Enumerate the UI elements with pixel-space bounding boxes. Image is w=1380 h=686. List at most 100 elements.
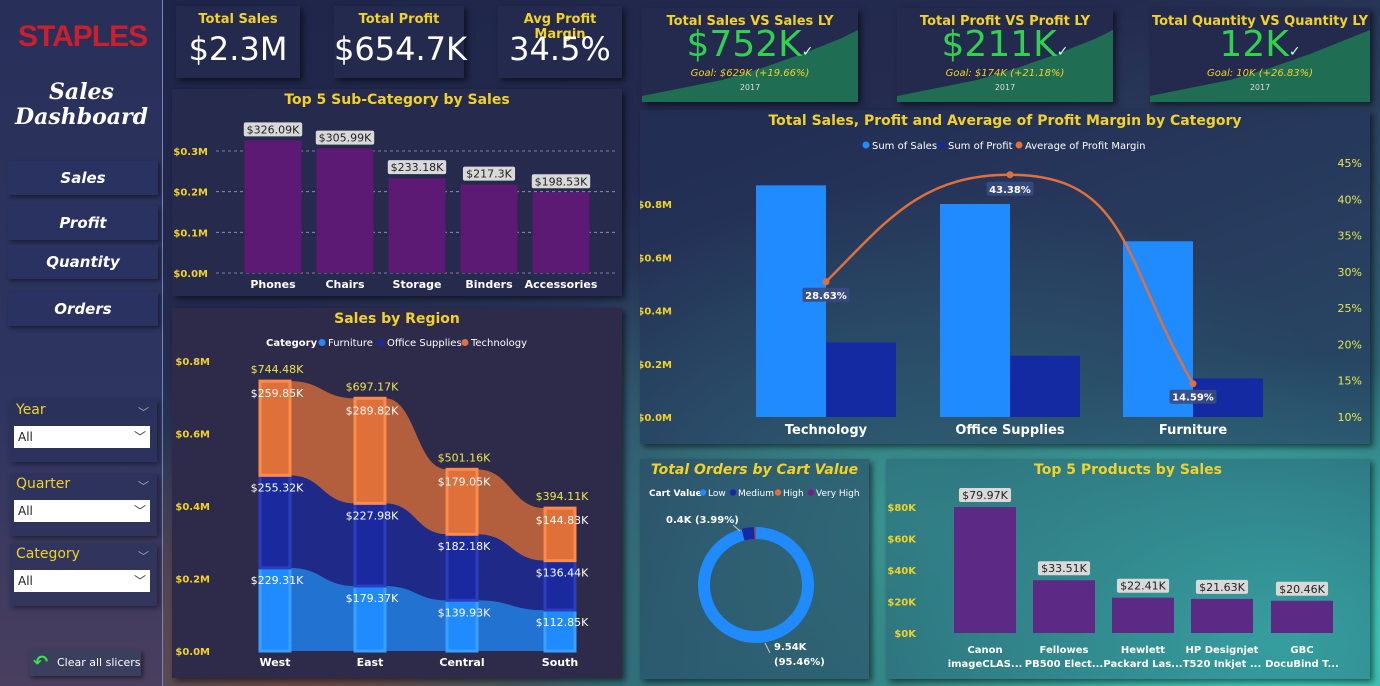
nav-sales-button[interactable]: Sales (8, 161, 158, 195)
legend-label: Low (708, 489, 726, 499)
y2-tick-label: 20% (1338, 338, 1362, 351)
kpi-value: $752K✓ (642, 24, 858, 65)
nav-quantity-button[interactable]: Quantity (8, 245, 158, 279)
total-label: $501.16K (438, 451, 491, 464)
bar (532, 192, 590, 273)
kpi-value-text: $211K (941, 24, 1057, 65)
y2-tick-label: 25% (1338, 302, 1362, 315)
segment-label: $179.37K (346, 592, 399, 605)
kpi-quantity-vs-ly: Total Quantity VS Quantity LY 12K✓ Goal:… (1150, 8, 1370, 102)
kpi-goal: Goal: $174K (+21.18%) (945, 68, 1065, 79)
segment-label: $182.18K (438, 540, 491, 553)
total-label: $744.48K (251, 363, 304, 376)
segment-label: $289.82K (346, 404, 399, 417)
bar (460, 184, 518, 273)
data-label: 9.54K (774, 642, 808, 653)
region-chart-panel: Sales by Region $0.0M $0.2M $0.4M $0.6M $0.8… (172, 308, 622, 678)
x-tick-label: Packard Las... (1103, 659, 1182, 670)
products-chart: $0K $20K $40K $60K $80K $79.97K Canon imageCLAS… (887, 488, 1339, 670)
y-tick-label: $0.6M (640, 253, 672, 264)
quarter-dropdown[interactable]: All ﹀ (14, 500, 150, 522)
x-tick-label: Fellowes (1040, 645, 1089, 656)
bar-sales (940, 204, 1010, 417)
category-dropdown[interactable]: All ﹀ (14, 570, 150, 592)
total-label: $394.11K (536, 490, 589, 503)
quarter-slicer: Quarter ﹀ All ﹀ (10, 474, 157, 536)
kpi-value: $2.3M (188, 30, 288, 68)
bar-profit (826, 342, 896, 417)
x-tick-label: Central (439, 656, 484, 669)
kpi-total-profit: Total Profit $654.7K (334, 6, 467, 78)
category-dropdown-value: All (18, 574, 33, 588)
year-dropdown[interactable]: All ﹀ (14, 426, 150, 448)
orders-chart-panel: Total Orders by Cart Value Cart Value Low… (640, 459, 869, 679)
x-tick-label: Technology (785, 423, 868, 438)
chevron-down-icon[interactable]: ﹀ (138, 478, 149, 494)
chevron-down-icon: ﹀ (133, 430, 146, 444)
quarter-dropdown-value: All (18, 504, 33, 518)
segment-label: $179.05K (438, 475, 491, 488)
legend-marker (1015, 141, 1023, 149)
x-tick-label: Storage (393, 278, 442, 291)
clear-slicers-button[interactable]: ↶ Clear all slicers (29, 650, 141, 676)
dashboard-title-line2: Dashboard (15, 104, 148, 130)
legend-marker (938, 141, 946, 149)
legend-label: Average of Profit Margin (1025, 141, 1145, 152)
y-tick-label: $80K (887, 503, 917, 514)
category-slicer: Category ﹀ All ﹀ (10, 544, 157, 606)
chevron-down-icon[interactable]: ﹀ (138, 404, 149, 420)
kpi-goal: Goal: 10K (+26.83%) (1206, 68, 1314, 79)
category-chart-panel: Total Sales, Profit and Average of Profi… (640, 110, 1370, 444)
bar (388, 178, 446, 273)
y-tick-label: $0.2M (640, 360, 672, 371)
y-tick-label: $40K (887, 566, 917, 577)
chevron-down-icon[interactable]: ﹀ (138, 548, 149, 564)
clear-slicers-label: Clear all slicers (57, 656, 141, 669)
kpi-title: Total Profit (358, 12, 440, 27)
legend-label: Sum of Sales (872, 141, 937, 152)
y-tick-label: $20K (887, 598, 917, 609)
legend-title: Category (266, 338, 318, 349)
y2-tick-label: 15% (1338, 375, 1362, 388)
subcategory-chart-panel: Top 5 Sub-Category by Sales $0.0M $0.1M $0… (172, 89, 622, 296)
data-label: $79.97K (962, 489, 1008, 502)
dashboard-title: Sales Dashboard (0, 80, 163, 130)
data-label: $20.46K (1279, 583, 1325, 596)
year-dropdown-value: All (18, 430, 33, 444)
kpi-avg-profit-margin: Avg Profit Margin 34.5% (498, 6, 622, 78)
legend-marker (729, 489, 737, 496)
x-tick-label: Hewlett (1121, 645, 1165, 656)
y-tick-label: $0.2M (175, 575, 210, 586)
y2-tick-label: 35% (1338, 230, 1362, 243)
x-tick-label: imageCLAS... (948, 659, 1023, 670)
x-tick-label: West (259, 656, 290, 669)
y-tick-label: $0.0M (640, 413, 672, 424)
x-tick-label: South (542, 656, 578, 669)
bar (954, 507, 1016, 633)
kpi-value: 34.5% (509, 30, 611, 68)
bar-profit (1010, 355, 1080, 417)
data-label: $198.53K (535, 175, 588, 188)
segment-label: $255.32K (251, 481, 304, 494)
check-icon: ✓ (1056, 44, 1069, 60)
legend-label: Office Supplies (387, 338, 462, 349)
y-tick-label: $0.8M (640, 200, 672, 211)
segment-label: $227.98K (346, 509, 399, 522)
data-label: 43.38% (989, 185, 1031, 196)
quarter-slicer-label: Quarter (16, 476, 71, 492)
data-label: 0.4K (3.99%) (666, 515, 739, 526)
nav-profit-button[interactable]: Profit (8, 206, 158, 240)
bar (1033, 580, 1095, 633)
data-label: $22.41K (1120, 580, 1166, 593)
x-tick-label: Office Supplies (955, 423, 1065, 438)
legend-marker (699, 489, 707, 496)
products-chart-panel: Top 5 Products by Sales $0K $20K $40K $60K $… (886, 459, 1370, 679)
x-tick-label: HP Designjet (1186, 645, 1259, 656)
kpi-value: $211K✓ (897, 24, 1113, 65)
y-tick-label: $60K (887, 535, 917, 546)
y-tick-label: $0.8M (175, 357, 210, 368)
orders-chart: Cart Value Low Medium High Very High 0.4K (3.… (649, 489, 860, 668)
kpi-profit-vs-ly: Total Profit VS Profit LY $211K✓ Goal: $… (897, 8, 1113, 102)
nav-orders-button[interactable]: Orders (8, 292, 158, 326)
kpi-total-sales: Total Sales $2.3M (176, 6, 300, 78)
